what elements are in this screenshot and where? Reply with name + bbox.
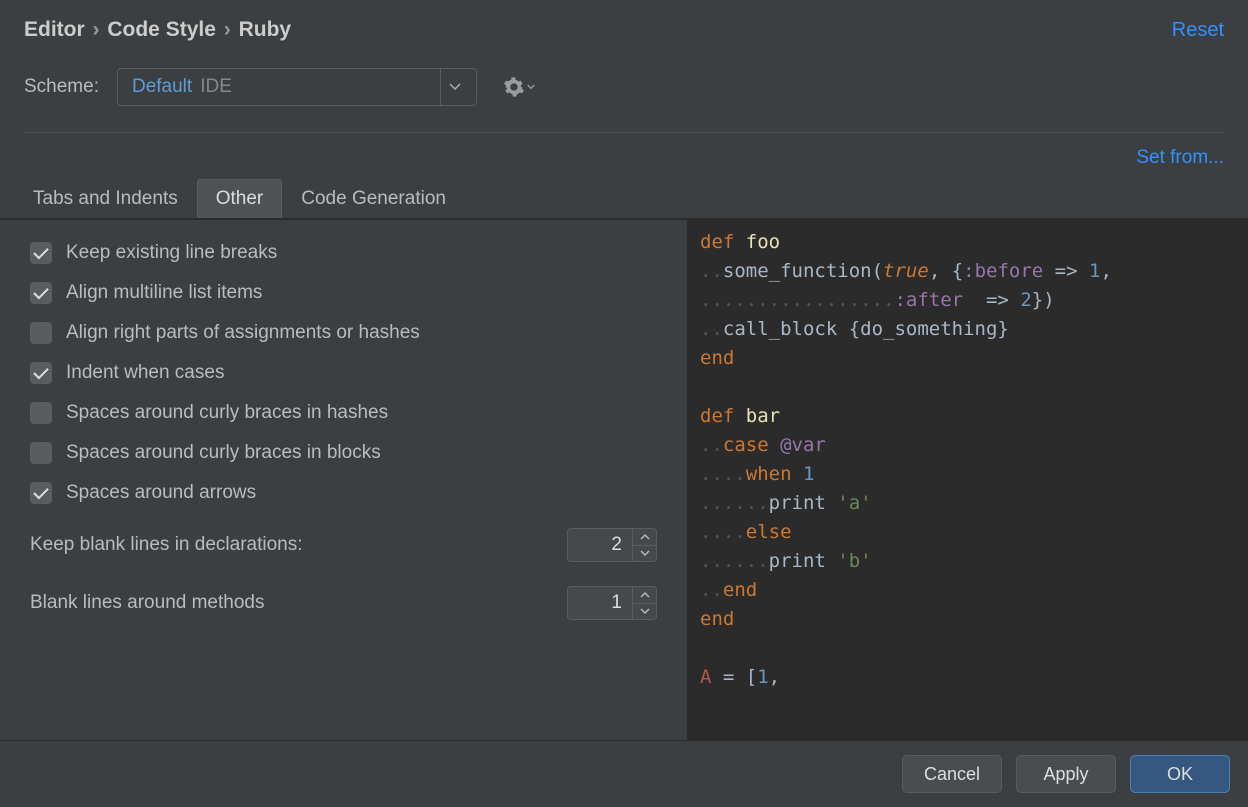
reset-link[interactable]: Reset — [1172, 19, 1224, 42]
crumb-sep-2: › — [224, 18, 231, 41]
cancel-button[interactable]: Cancel — [902, 755, 1002, 793]
stepper-up-icon[interactable] — [633, 587, 656, 604]
crumb-ruby: Ruby — [239, 18, 292, 41]
tab-tabs-and-indents[interactable]: Tabs and Indents — [14, 179, 197, 218]
check-spaces-blocks[interactable] — [30, 442, 52, 464]
crumb-sep-1: › — [93, 18, 100, 41]
crumb-editor[interactable]: Editor — [24, 18, 85, 41]
stepper-input[interactable] — [568, 592, 632, 614]
check-align-multiline[interactable] — [30, 282, 52, 304]
check-label: Align right parts of assignments or hash… — [66, 322, 420, 344]
footer: Cancel Apply OK — [0, 740, 1248, 807]
tabs: Tabs and Indents Other Code Generation — [0, 179, 1248, 219]
stepper-down-icon[interactable] — [633, 604, 656, 620]
stepper-up-icon[interactable] — [633, 529, 656, 546]
breadcrumb: Editor › Code Style › Ruby — [24, 18, 291, 42]
scheme-scope: IDE — [200, 76, 232, 98]
check-indent-when-cases[interactable] — [30, 362, 52, 384]
options-panel: Keep existing line breaks Align multilin… — [0, 220, 688, 740]
check-spaces-hashes[interactable] — [30, 402, 52, 424]
scheme-label: Scheme: — [24, 76, 99, 98]
tab-other[interactable]: Other — [197, 179, 283, 218]
chevron-down-icon[interactable] — [440, 69, 470, 105]
gear-icon[interactable] — [503, 76, 535, 98]
check-label: Align multiline list items — [66, 282, 262, 304]
stepper-blank-lines-decl[interactable] — [567, 528, 657, 562]
ok-button[interactable]: OK — [1130, 755, 1230, 793]
check-label: Spaces around arrows — [66, 482, 256, 504]
tab-code-generation[interactable]: Code Generation — [282, 179, 465, 218]
stepper-down-icon[interactable] — [633, 546, 656, 562]
check-label: Spaces around curly braces in hashes — [66, 402, 388, 424]
check-align-right-parts[interactable] — [30, 322, 52, 344]
stepper-blank-lines-methods[interactable] — [567, 586, 657, 620]
crumb-code-style[interactable]: Code Style — [107, 18, 216, 41]
check-label: Indent when cases — [66, 362, 224, 384]
check-keep-line-breaks[interactable] — [30, 242, 52, 264]
num-label-blank-lines-decl: Keep blank lines in declarations: — [30, 534, 303, 556]
divider — [24, 132, 1224, 133]
scheme-name: Default — [132, 76, 192, 98]
scheme-select[interactable]: Default IDE — [117, 68, 477, 106]
check-label: Spaces around curly braces in blocks — [66, 442, 381, 464]
check-spaces-arrows[interactable] — [30, 482, 52, 504]
num-label-blank-lines-methods: Blank lines around methods — [30, 592, 264, 614]
code-preview: def foo ..some_function(true, {:before =… — [688, 220, 1248, 740]
set-from-link[interactable]: Set from... — [1136, 147, 1224, 169]
stepper-input[interactable] — [568, 534, 632, 556]
apply-button[interactable]: Apply — [1016, 755, 1116, 793]
check-label: Keep existing line breaks — [66, 242, 277, 264]
